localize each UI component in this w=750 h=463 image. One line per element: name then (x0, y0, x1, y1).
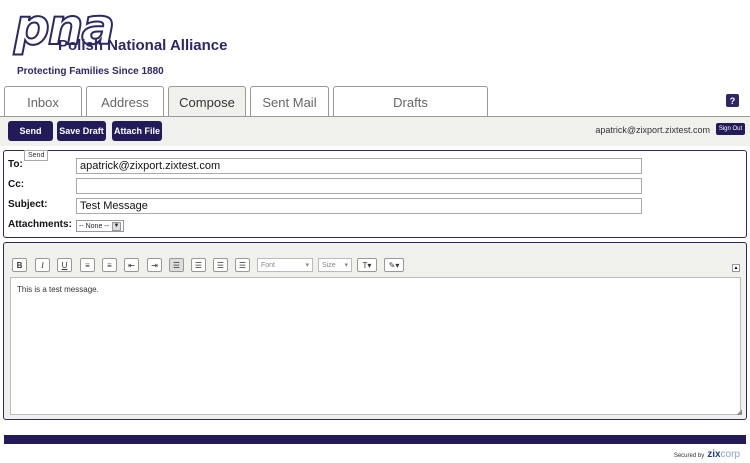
align-justify-icon[interactable]: ☰ (235, 258, 250, 272)
cc-label: Cc: (8, 179, 25, 190)
align-left-icon[interactable]: ☰ (169, 258, 184, 272)
help-button[interactable]: ? (726, 94, 739, 107)
font-select[interactable]: Font ▾ (257, 258, 313, 272)
chevron-down-icon: ▾ (305, 262, 309, 269)
footer-bar (4, 435, 746, 444)
chevron-down-icon: ▾ (344, 262, 348, 269)
tab-compose[interactable]: Compose (168, 86, 246, 118)
tab-address[interactable]: Address (86, 86, 164, 117)
tab-drafts[interactable]: Drafts (333, 86, 488, 117)
secured-by-label: Secured by (673, 453, 705, 459)
tab-sent-mail[interactable]: Sent Mail (250, 86, 329, 117)
italic-button[interactable]: I (35, 258, 50, 272)
message-body[interactable]: This is a test message. (10, 277, 741, 415)
underline-button[interactable]: U (57, 258, 72, 272)
brand-name: Polish National Alliance (58, 37, 228, 54)
indent-icon[interactable]: ⇥ (147, 258, 162, 272)
sign-out-button[interactable]: Sign Out (716, 123, 745, 135)
attachments-label: Attachments: (8, 219, 72, 230)
font-select-label: Font (261, 261, 276, 269)
to-label: To: (8, 159, 23, 170)
save-draft-button[interactable]: Save Draft (57, 121, 106, 141)
subject-field[interactable]: Test Message (76, 198, 642, 214)
tab-inbox[interactable]: Inbox (4, 86, 82, 117)
ordered-list-icon[interactable]: ≡ (80, 258, 95, 272)
send-tooltip: Send (24, 150, 49, 161)
zixcorp-logo: zixcorp (707, 449, 740, 460)
secured-by: Secured by zixcorp (674, 449, 740, 460)
subject-label: Subject: (8, 199, 48, 210)
message-header-fields: To: apatrick@zixport.zixtest.com Cc: Sub… (3, 150, 747, 238)
to-field[interactable]: apatrick@zixport.zixtest.com (76, 158, 642, 174)
cc-field[interactable] (76, 178, 642, 194)
unordered-list-icon[interactable]: ≡ (102, 258, 117, 272)
highlight-color-icon[interactable]: ✎▾ (384, 258, 404, 272)
main-tabs: Inbox Address Compose Sent Mail Drafts (4, 86, 488, 118)
attachments-select-value: -- None -- (79, 222, 109, 230)
size-select[interactable]: Size ▾ (318, 258, 352, 272)
header: pna Polish National Alliance Protecting … (0, 0, 750, 86)
message-body-text: This is a test message. (17, 285, 99, 294)
outdent-icon[interactable]: ⇤ (124, 258, 139, 272)
send-button[interactable]: Send (8, 121, 53, 141)
resize-handle-icon[interactable]: ◢ (737, 408, 742, 416)
brand-tagline: Protecting Families Since 1880 (17, 66, 164, 77)
attachments-select[interactable]: -- None -- ▼ (76, 220, 124, 232)
chevron-down-icon: ▼ (111, 221, 121, 231)
align-right-icon[interactable]: ☰ (213, 258, 228, 272)
message-editor: B I U ≡ ≡ ⇤ ⇥ ☰ ☰ ☰ ☰ Font ▾ Size ▾ T▾ ✎… (3, 242, 747, 420)
bold-button[interactable]: B (12, 258, 27, 272)
align-center-icon[interactable]: ☰ (191, 258, 206, 272)
text-color-icon[interactable]: T▾ (357, 258, 377, 272)
size-select-label: Size (322, 261, 336, 269)
user-email: apatrick@zixport.zixtest.com (595, 125, 710, 135)
attach-file-button[interactable]: Attach File (112, 121, 162, 141)
collapse-toolbar-icon[interactable]: ▲ (732, 264, 740, 272)
